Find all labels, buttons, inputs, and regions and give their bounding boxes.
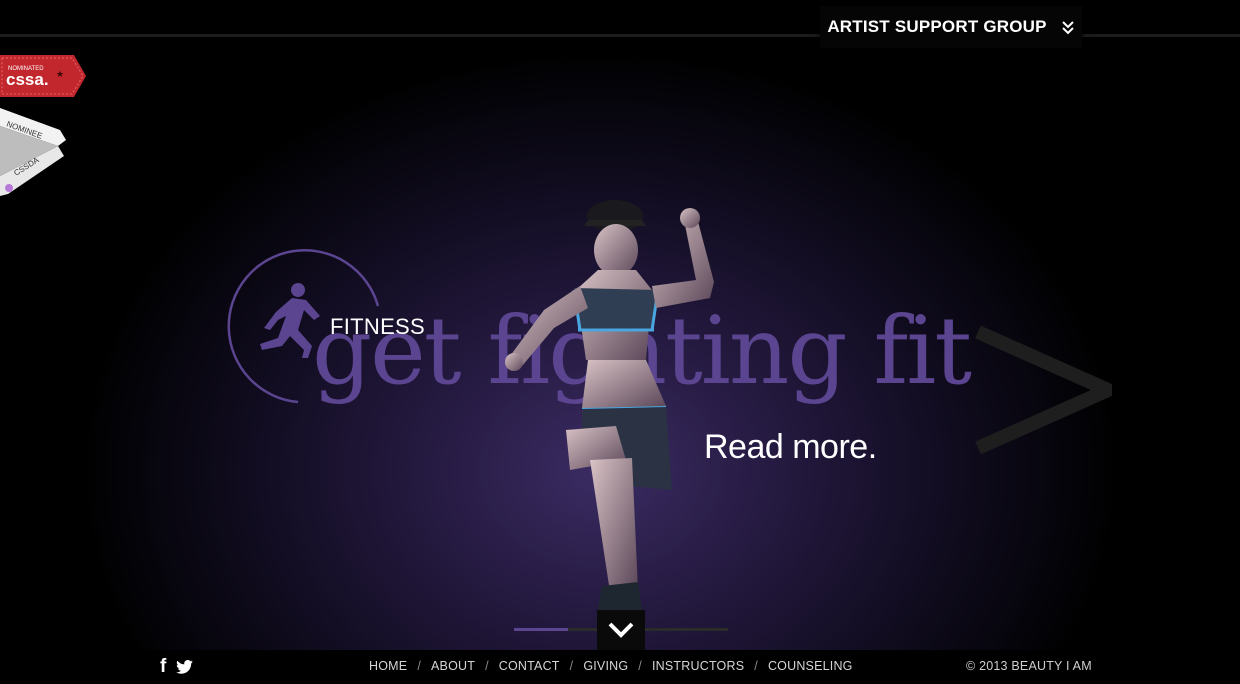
nav-separator: /	[638, 659, 642, 673]
cssa-nominated-badge[interactable]: NOMINATED cssa. ★	[0, 55, 86, 97]
chevron-down-icon	[608, 622, 634, 638]
nav-separator: /	[754, 659, 758, 673]
athlete-photo	[505, 200, 714, 620]
nav-giving[interactable]: GIVING	[583, 659, 628, 673]
scroll-down-button[interactable]	[597, 610, 645, 650]
copyright: © 2013 BEAUTY I AM	[966, 659, 1092, 673]
facebook-icon[interactable]: f	[160, 657, 166, 676]
runner-icon	[260, 283, 320, 358]
nav-separator: /	[485, 659, 489, 673]
footer: f HOME / ABOUT / CONTACT / GIVING / INST…	[0, 650, 1240, 684]
double-chevron-down-icon	[1061, 21, 1074, 35]
slide-progress-fill	[514, 628, 568, 631]
next-slide-arrow-icon[interactable]	[972, 320, 1112, 460]
nav-separator: /	[417, 659, 421, 673]
cssda-nominee-ribbon[interactable]: NOMINEE CSSDA	[0, 104, 70, 200]
star-icon: ★	[56, 69, 64, 79]
read-more-link[interactable]: Read more.	[704, 428, 877, 467]
hero-slide: ARTIST SUPPORT GROUP NOMINATED cssa. ★ N…	[0, 0, 1240, 650]
slide-category: FITNESS	[330, 314, 425, 339]
social-links: f	[160, 657, 194, 676]
nav-separator: /	[569, 659, 574, 673]
menu-label: ARTIST SUPPORT GROUP	[827, 17, 1047, 36]
nav-counseling[interactable]: COUNSELING	[768, 659, 853, 673]
nav-about[interactable]: ABOUT	[431, 659, 475, 673]
artist-support-group-menu[interactable]: ARTIST SUPPORT GROUP	[820, 6, 1082, 48]
nav-contact[interactable]: CONTACT	[499, 659, 560, 673]
nav-instructors[interactable]: INSTRUCTORS	[652, 659, 744, 673]
twitter-icon[interactable]	[176, 660, 194, 674]
nav-home[interactable]: HOME	[369, 659, 407, 673]
footer-nav: HOME / ABOUT / CONTACT / GIVING / INSTRU…	[369, 659, 853, 673]
cssa-main-text: cssa.	[6, 70, 49, 89]
